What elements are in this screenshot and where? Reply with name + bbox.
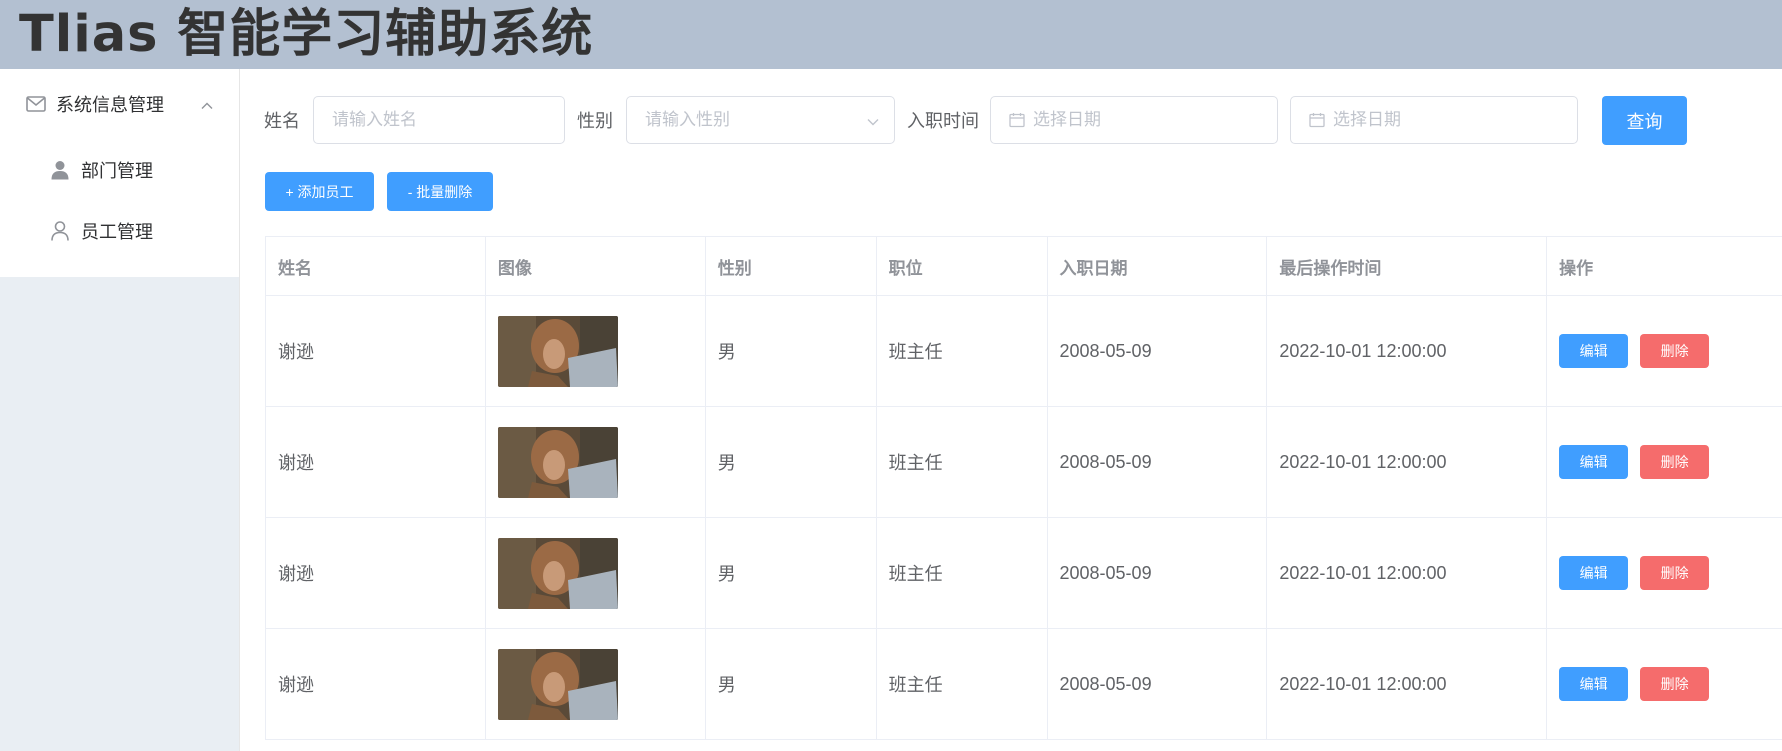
main-content: 姓名 性别 入职时间 查询 + 添加员工 - 批量删除 姓名 图像 性别 职位 … xyxy=(240,69,1782,751)
name-input-wrapper xyxy=(313,96,565,144)
app-title: Tlias 智能学习辅助系统 xyxy=(19,5,594,64)
cell-actions: 编辑 删除 xyxy=(1547,296,1782,406)
end-date-input[interactable] xyxy=(1333,110,1577,130)
gender-label: 性别 xyxy=(577,111,613,131)
row-actions: 编辑 删除 xyxy=(1559,334,1710,368)
query-button[interactable]: 查询 xyxy=(1602,96,1687,145)
column-header-actions: 操作 xyxy=(1559,258,1594,278)
chevron-up-icon xyxy=(200,97,214,111)
gender-select-wrapper xyxy=(626,96,895,144)
cell-gender: 男 xyxy=(706,407,877,517)
cell-name: 谢逊 xyxy=(266,296,486,406)
entry-time-label: 入职时间 xyxy=(907,111,979,131)
cell-update-time: 2022-10-01 12:00:00 xyxy=(1267,518,1548,628)
user-filled-icon xyxy=(50,160,70,180)
column-header-update-time: 最后操作时间 xyxy=(1267,237,1548,295)
sidebar-item-label: 员工管理 xyxy=(81,221,153,242)
name-label: 姓名 xyxy=(264,111,300,131)
sidebar-item-employee[interactable]: 员工管理 xyxy=(0,200,239,261)
cell-image xyxy=(486,407,706,517)
row-actions: 编辑 删除 xyxy=(1559,556,1710,590)
cell-actions: 编辑 删除 xyxy=(1547,629,1782,739)
column-header-name: 姓名 xyxy=(266,237,486,295)
cell-update-time: 2022-10-01 12:00:00 xyxy=(1267,629,1548,739)
column-header-job: 职位 xyxy=(877,237,1048,295)
sidebar-menu: 系统信息管理 部门管理 员工管理 xyxy=(0,69,239,277)
edit-button[interactable]: 编辑 xyxy=(1559,445,1629,479)
cell-name: 谢逊 xyxy=(266,518,486,628)
column-header-entry-date: 入职日期 xyxy=(1048,237,1268,295)
column-header-gender: 性别 xyxy=(706,237,877,295)
cell-name: 谢逊 xyxy=(266,629,486,739)
cell-entry-date: 2008-05-09 xyxy=(1048,629,1268,739)
column-header-image: 图像 xyxy=(486,237,706,295)
employee-photo xyxy=(497,426,618,498)
delete-button[interactable]: 删除 xyxy=(1640,667,1710,701)
submenu-system-info[interactable]: 系统信息管理 xyxy=(0,69,239,139)
delete-button[interactable]: 删除 xyxy=(1640,556,1710,590)
employee-table: 姓名 图像 性别 职位 入职日期 最后操作时间 操作 谢逊 男 班主任 2008… xyxy=(265,236,1782,740)
cell-entry-date: 2008-05-09 xyxy=(1048,407,1268,517)
edit-button[interactable]: 编辑 xyxy=(1559,556,1629,590)
cell-image xyxy=(486,296,706,406)
submenu-label: 系统信息管理 xyxy=(56,95,164,115)
app-header: Tlias 智能学习辅助系统 xyxy=(0,0,1782,69)
sidebar-item-label: 部门管理 xyxy=(81,160,153,181)
name-input[interactable] xyxy=(332,110,564,130)
table-row: 谢逊 男 班主任 2008-05-09 2022-10-01 12:00:00 … xyxy=(266,296,1782,407)
cell-entry-date: 2008-05-09 xyxy=(1048,296,1268,406)
cell-actions: 编辑 删除 xyxy=(1547,407,1782,517)
table-row: 谢逊 男 班主任 2008-05-09 2022-10-01 12:00:00 … xyxy=(266,407,1782,518)
cell-job: 班主任 xyxy=(877,629,1048,739)
cell-name: 谢逊 xyxy=(266,407,486,517)
cell-gender: 男 xyxy=(706,296,877,406)
add-employee-button[interactable]: + 添加员工 xyxy=(265,172,374,211)
user-outline-icon xyxy=(50,220,70,241)
cell-actions: 编辑 删除 xyxy=(1547,518,1782,628)
cell-update-time: 2022-10-01 12:00:00 xyxy=(1267,407,1548,517)
employee-photo xyxy=(497,648,618,720)
mail-icon xyxy=(25,93,47,115)
edit-button[interactable]: 编辑 xyxy=(1559,334,1629,368)
calendar-icon xyxy=(1309,112,1325,128)
sidebar: 系统信息管理 部门管理 员工管理 xyxy=(0,69,240,751)
row-actions: 编辑 删除 xyxy=(1559,667,1710,701)
gender-select[interactable] xyxy=(645,110,894,130)
chevron-down-icon xyxy=(866,115,880,127)
row-actions: 编辑 删除 xyxy=(1559,445,1710,479)
cell-job: 班主任 xyxy=(877,518,1048,628)
batch-delete-button[interactable]: - 批量删除 xyxy=(387,172,493,211)
cell-image xyxy=(486,518,706,628)
table-row: 谢逊 男 班主任 2008-05-09 2022-10-01 12:00:00 … xyxy=(266,629,1782,740)
end-date-wrapper xyxy=(1290,96,1578,144)
cell-update-time: 2022-10-01 12:00:00 xyxy=(1267,296,1548,406)
delete-button[interactable]: 删除 xyxy=(1640,445,1710,479)
cell-image xyxy=(486,629,706,739)
cell-gender: 男 xyxy=(706,629,877,739)
edit-button[interactable]: 编辑 xyxy=(1559,667,1629,701)
delete-button[interactable]: 删除 xyxy=(1640,334,1710,368)
table-header-row: 姓名 图像 性别 职位 入职日期 最后操作时间 操作 xyxy=(266,237,1782,296)
start-date-input[interactable] xyxy=(1033,110,1277,130)
employee-photo xyxy=(497,537,618,609)
cell-gender: 男 xyxy=(706,518,877,628)
employee-photo xyxy=(497,315,618,387)
cell-job: 班主任 xyxy=(877,407,1048,517)
cell-entry-date: 2008-05-09 xyxy=(1048,518,1268,628)
table-row: 谢逊 男 班主任 2008-05-09 2022-10-01 12:00:00 … xyxy=(266,518,1782,629)
calendar-icon xyxy=(1009,112,1025,128)
cell-job: 班主任 xyxy=(877,296,1048,406)
start-date-wrapper xyxy=(990,96,1278,144)
sidebar-item-department[interactable]: 部门管理 xyxy=(0,139,239,200)
